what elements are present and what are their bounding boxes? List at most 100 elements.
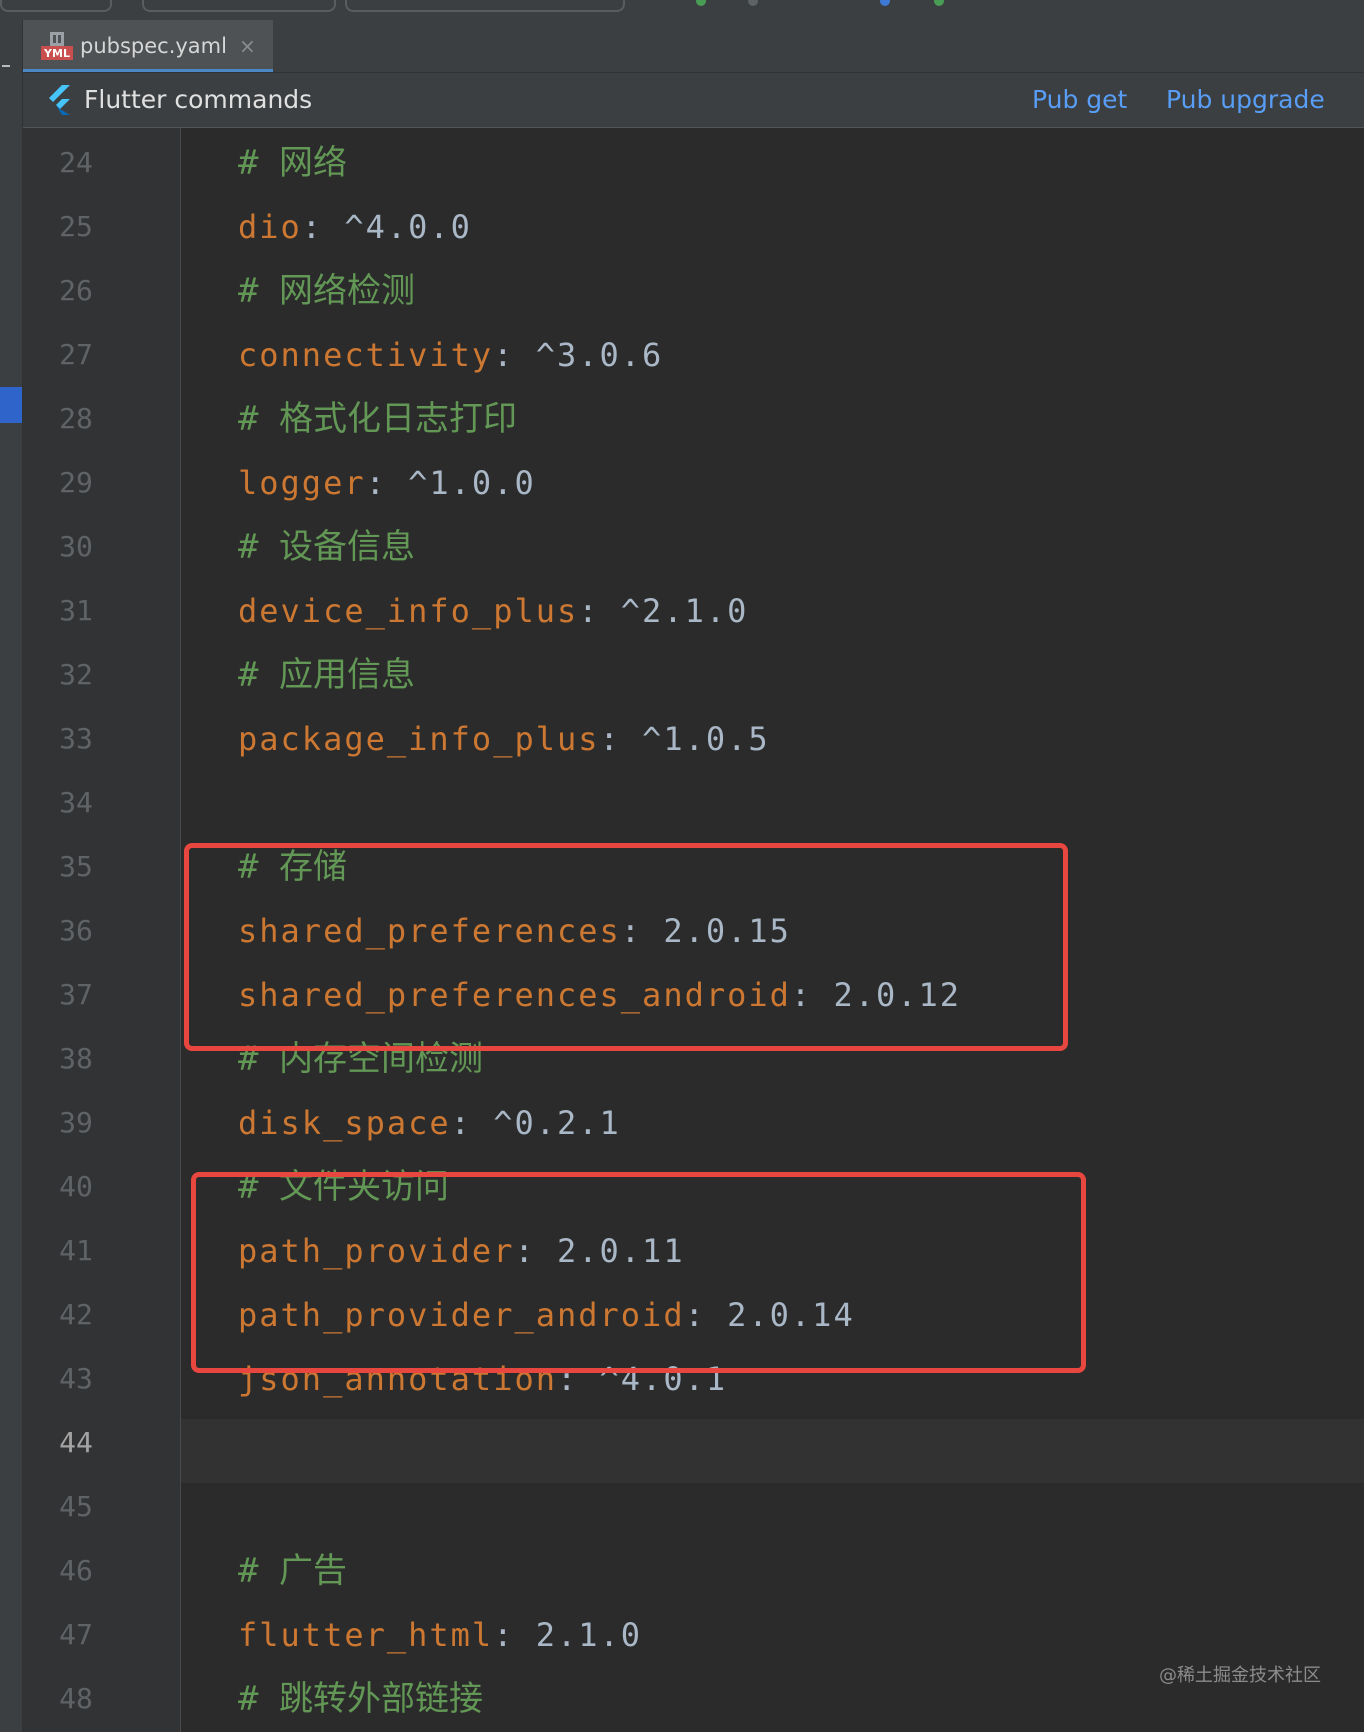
- comment-prefix: #: [238, 527, 279, 567]
- key-separator: :: [301, 208, 345, 246]
- key-separator: :: [493, 336, 536, 374]
- line-number: 30: [59, 530, 93, 563]
- yaml-comment: # 网络: [238, 131, 347, 195]
- line-number: 33: [59, 722, 93, 755]
- line-number: 38: [59, 1042, 93, 1075]
- code-line-30[interactable]: 30 # 设备信息: [0, 515, 1364, 579]
- comment-prefix: #: [238, 655, 279, 695]
- line-number: 45: [59, 1490, 93, 1523]
- debug-icon[interactable]: [748, 0, 758, 6]
- yaml-entry: flutter_html: 2.1.0: [238, 1603, 642, 1667]
- line-number: 40: [59, 1170, 93, 1203]
- attach-icon[interactable]: [934, 0, 944, 6]
- dependency-version: ^2.1.0: [620, 592, 749, 630]
- line-number: 48: [59, 1682, 93, 1715]
- close-tab-icon[interactable]: ×: [239, 34, 256, 58]
- yaml-comment: # 设备信息: [238, 515, 415, 579]
- line-number: 44: [59, 1426, 93, 1459]
- code-line-25[interactable]: 25 dio: ^4.0.0: [0, 195, 1364, 259]
- code-line-45[interactable]: 45: [0, 1475, 1364, 1539]
- comment-text: 设备信息: [278, 527, 415, 567]
- line-number: 31: [59, 594, 93, 627]
- line-number: 34: [59, 786, 93, 819]
- key-separator: :: [578, 592, 621, 630]
- dependency-name: device_info_plus: [238, 592, 579, 630]
- code-line-39[interactable]: 39 disk_space: ^0.2.1: [0, 1091, 1364, 1155]
- yml-file-icon: YML: [41, 32, 73, 60]
- run-icon[interactable]: [696, 0, 706, 6]
- toolbar-button[interactable]: [142, 0, 336, 12]
- yaml-comment: # 应用信息: [238, 643, 415, 707]
- dependency-version: ^0.2.1: [493, 1104, 621, 1142]
- yaml-comment: # 网络检测: [238, 259, 415, 323]
- dependency-name: package_info_plus: [238, 720, 600, 758]
- dependency-version: ^3.0.6: [535, 336, 664, 374]
- comment-prefix: #: [238, 143, 279, 183]
- dependency-name: logger: [238, 464, 366, 502]
- yml-icon-text: YML: [43, 47, 70, 60]
- watermark: @稀土掘金技术社区: [1159, 1665, 1321, 1686]
- code-line-44[interactable]: 44: [0, 1411, 1364, 1475]
- code-line-28[interactable]: 28 # 格式化日志打印: [0, 387, 1364, 451]
- code-line-24[interactable]: 24 # 网络: [0, 131, 1364, 195]
- top-toolbar: [0, 0, 1364, 21]
- line-number: 47: [59, 1618, 93, 1651]
- profile-icon[interactable]: [880, 0, 890, 6]
- comment-prefix: #: [238, 399, 279, 439]
- line-number: 32: [59, 658, 93, 691]
- key-separator: :: [450, 1104, 494, 1142]
- dependency-name: connectivity: [238, 336, 494, 374]
- yaml-entry: package_info_plus: ^1.0.5: [238, 707, 770, 771]
- tab-pubspec-yaml[interactable]: YML pubspec.yaml ×: [23, 20, 273, 72]
- comment-text: 网络检测: [278, 271, 415, 311]
- storage-highlight-box: [184, 843, 1068, 1051]
- code-line-31[interactable]: 31 device_info_plus: ^2.1.0: [0, 579, 1364, 643]
- line-number: 24: [59, 146, 93, 179]
- comment-prefix: #: [238, 271, 279, 311]
- code-line-46[interactable]: 46 # 广告: [0, 1539, 1364, 1603]
- code-line-26[interactable]: 26 # 网络检测: [0, 259, 1364, 323]
- line-number: 29: [59, 466, 93, 499]
- comment-text: 跳转外部链接: [278, 1679, 483, 1719]
- dependency-version: ^1.0.0: [408, 464, 536, 502]
- comment-text: 广告: [278, 1551, 347, 1591]
- toolbar-button[interactable]: [345, 0, 625, 12]
- key-separator: :: [599, 720, 643, 758]
- collapse-icon[interactable]: [2, 65, 10, 67]
- dependency-version: ^4.0.0: [344, 208, 472, 246]
- code-line-34[interactable]: 34: [0, 771, 1364, 835]
- line-number: 41: [59, 1234, 93, 1267]
- code-line-33[interactable]: 33 package_info_plus: ^1.0.5: [0, 707, 1364, 771]
- tab-label: pubspec.yaml: [80, 34, 227, 58]
- comment-text: 格式化日志打印: [278, 399, 517, 439]
- line-number: 25: [59, 210, 93, 243]
- comment-prefix: #: [238, 1551, 279, 1591]
- flutter-commands-bar: Flutter commands Pub get Pub upgrade: [23, 73, 1364, 128]
- yaml-entry: disk_space: ^0.2.1: [238, 1091, 621, 1155]
- pub-get-link[interactable]: Pub get: [1032, 86, 1127, 114]
- code-line-32[interactable]: 32 # 应用信息: [0, 643, 1364, 707]
- line-number: 46: [59, 1554, 93, 1587]
- line-number: 35: [59, 850, 93, 883]
- yaml-comment: # 广告: [238, 1539, 347, 1603]
- code-line-27[interactable]: 27 connectivity: ^3.0.6: [0, 323, 1364, 387]
- yaml-comment: # 格式化日志打印: [238, 387, 517, 451]
- key-separator: :: [365, 464, 409, 502]
- yaml-entry: dio: ^4.0.0: [238, 195, 472, 259]
- line-number: 26: [59, 274, 93, 307]
- flutter-commands-title: Flutter commands: [84, 85, 313, 114]
- toolbar-button[interactable]: [0, 0, 112, 12]
- dependency-version: 2.1.0: [535, 1616, 643, 1654]
- code-line-29[interactable]: 29 logger: ^1.0.0: [0, 451, 1364, 515]
- comment-text: 应用信息: [278, 655, 415, 695]
- pub-upgrade-link[interactable]: Pub upgrade: [1166, 86, 1325, 114]
- line-number: 42: [59, 1298, 93, 1331]
- dependency-version: ^1.0.5: [642, 720, 770, 758]
- yaml-comment: # 跳转外部链接: [238, 1667, 483, 1731]
- file-access-highlight-box: [191, 1172, 1086, 1373]
- code-line-47[interactable]: 47 flutter_html: 2.1.0: [0, 1603, 1364, 1667]
- line-number: 28: [59, 402, 93, 435]
- dependency-name: disk_space: [238, 1104, 451, 1142]
- dependency-name: flutter_html: [238, 1616, 494, 1654]
- key-separator: :: [493, 1616, 536, 1654]
